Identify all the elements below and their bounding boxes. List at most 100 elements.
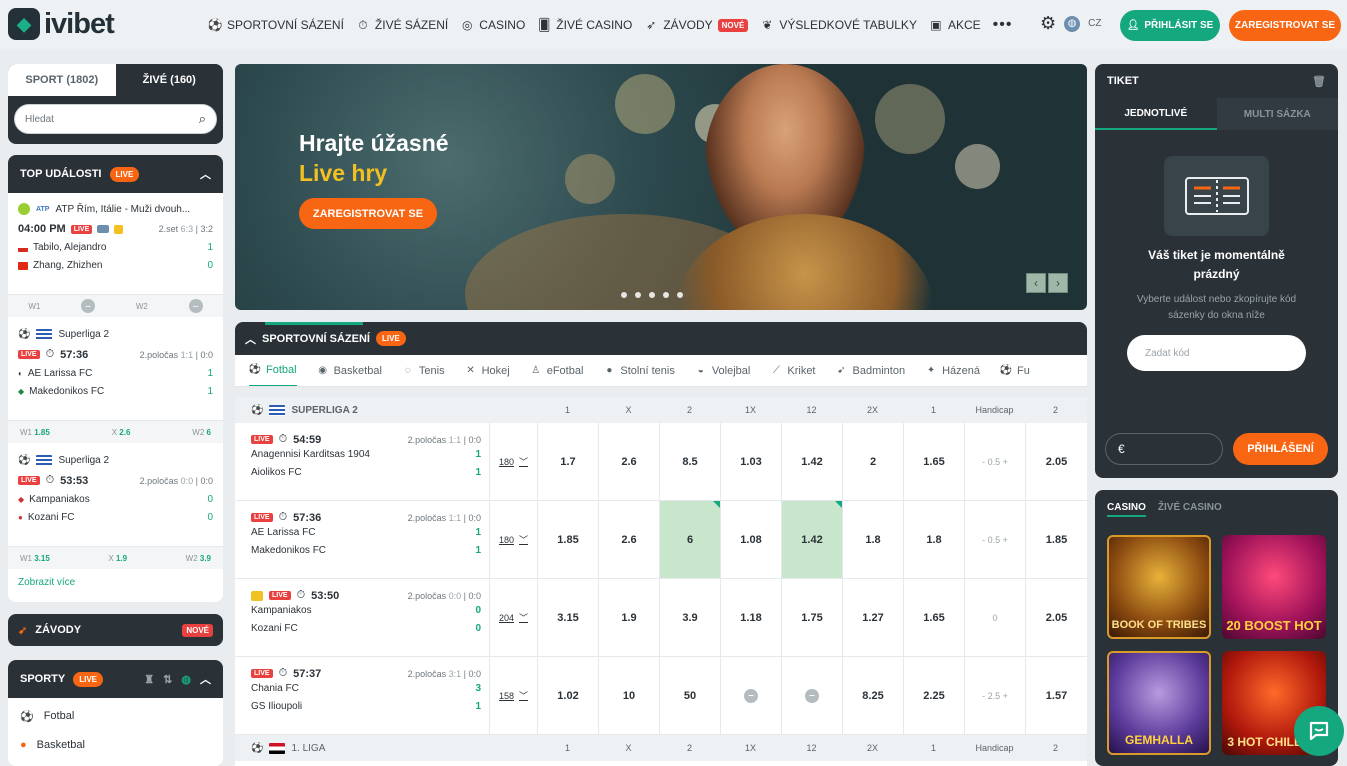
sports-betting-header[interactable]: ︿ SPORTOVNÍ SÁZENÍ LIVE xyxy=(235,322,1087,355)
odds-cell[interactable]: 3.9 xyxy=(660,579,721,656)
game-20-boost-hot[interactable]: 20 BOOST HOT xyxy=(1222,535,1326,639)
search-icon[interactable]: ⌕ xyxy=(199,111,206,127)
odds-cell[interactable]: 1.27 xyxy=(843,579,904,656)
carousel-dot[interactable] xyxy=(663,292,669,298)
event-odds-strip[interactable]: W1 1.85 X 2.6 W2 6 xyxy=(8,421,223,443)
ticket-login-button[interactable]: PŘIHLÁŠENÍ xyxy=(1233,433,1328,465)
odds-cell[interactable]: 2.6 xyxy=(599,423,660,500)
odds-cell[interactable]: 10 xyxy=(599,657,660,734)
banner-register-button[interactable]: ZAREGISTROVAT SE xyxy=(299,198,437,229)
odds-cell[interactable]: 1.57 xyxy=(1026,657,1087,734)
odds-cell[interactable]: 8.5 xyxy=(660,423,721,500)
sort-icon[interactable]: ⇅ xyxy=(163,673,172,686)
match-info[interactable]: LIVE ⏱ 54:59 2.poločas 1:1 | 0:0 Anagennisi… xyxy=(235,423,490,500)
globe-icon[interactable]: ◍ xyxy=(1064,15,1081,32)
nav-casino[interactable]: ◎ CASINO xyxy=(460,18,525,32)
sport-item-basketball[interactable]: ● Basketbal xyxy=(8,723,223,751)
match-info[interactable]: LIVE ⏱ 53:50 2.poločas 0:0 | 0:0 Kampaniako… xyxy=(235,579,490,656)
nav-live-betting[interactable]: ⏱ ŽIVÉ SÁZENÍ xyxy=(356,18,448,33)
match-row[interactable]: LIVE ⏱ 57:36 2.poločas 1:1 | 0:0 AE Larissa… xyxy=(235,501,1087,579)
show-more-link[interactable]: Zobrazit více xyxy=(8,569,223,596)
tab-tennis[interactable]: ◌ Tenis xyxy=(402,355,445,386)
odds-cell[interactable]: 2.25 xyxy=(904,657,965,734)
trophy-icon[interactable]: ♜ xyxy=(144,673,154,686)
game-book-of-tribes[interactable]: BOOK OF TRIBES xyxy=(1107,535,1211,639)
odds-cell[interactable]: 1.7 xyxy=(538,423,599,500)
more-markets-button[interactable]: 204 ﹀ xyxy=(490,579,538,656)
odds-cell[interactable]: 1.9 xyxy=(599,579,660,656)
stake-input[interactable]: € xyxy=(1105,433,1223,465)
tab-badminton[interactable]: ➹ Badminton xyxy=(836,355,905,386)
odds-cell[interactable]: 50 xyxy=(660,657,721,734)
tab-single-bet[interactable]: JEDNOTLIVÉ xyxy=(1095,98,1217,130)
odds-cell[interactable]: 1.8 xyxy=(843,501,904,578)
more-markets-button[interactable]: 180 ﹀ xyxy=(490,423,538,500)
top-events-header[interactable]: TOP UDÁLOSTI LIVE ︿ xyxy=(8,155,223,193)
tab-live[interactable]: ŽIVÉ (160) xyxy=(115,64,223,96)
match-row[interactable]: LIVE ⏱ 53:50 2.poločas 0:0 | 0:0 Kampaniako… xyxy=(235,579,1087,657)
odds-cell[interactable]: 1.08 xyxy=(721,501,782,578)
odds-cell[interactable]: 2 xyxy=(843,423,904,500)
ticket-code-input[interactable]: Zadat kód xyxy=(1127,335,1306,371)
nav-promotions[interactable]: ▣ AKCE xyxy=(929,18,980,32)
settings-gear-icon[interactable]: ⚙ xyxy=(1040,13,1056,34)
nav-leaderboards[interactable]: ❦ VÝSLEDKOVÉ TABULKY xyxy=(760,18,917,32)
search-field[interactable]: Hledat ⌕ xyxy=(14,104,217,134)
carousel-dot[interactable] xyxy=(677,292,683,298)
trash-icon[interactable]: 🗑︎ xyxy=(1312,75,1326,88)
site-logo[interactable]: ◆ ivibet xyxy=(8,6,138,42)
tab-sport[interactable]: SPORT (1802) xyxy=(8,64,116,96)
chevron-right-icon[interactable]: › xyxy=(1048,273,1068,293)
league-header[interactable]: ⚽ SUPERLIGA 2 1 X 2 1X 12 2X 1 Handicap 2 xyxy=(235,397,1087,423)
top-event-item[interactable]: ⚽ Superliga 2 LIVE ⏱ 53:53 2.poločas 0:0 | … xyxy=(8,443,223,547)
promo-banner[interactable]: Hrajte úžasné Live hry ZAREGISTROVAT SE … xyxy=(235,64,1087,310)
races-bar[interactable]: ➶ ZÁVODY NOVÉ xyxy=(8,614,223,646)
tab-casino[interactable]: CASINO xyxy=(1107,502,1146,517)
carousel-dot[interactable] xyxy=(635,292,641,298)
top-event-item[interactable]: ATP ATP Řím, Itálie - Muži dvouh... 04:00… xyxy=(8,193,223,295)
odds-cell[interactable]: 1.18 xyxy=(721,579,782,656)
odds-cell[interactable]: 2.05 xyxy=(1026,579,1087,656)
odds-cell-selected[interactable]: 6 xyxy=(660,501,721,578)
live-chat-button[interactable] xyxy=(1294,706,1344,756)
match-row[interactable]: LIVE ⏱ 54:59 2.poločas 1:1 | 0:0 Anagennisi… xyxy=(235,423,1087,501)
login-button[interactable]: 👤︎ PŘIHLÁSIT SE xyxy=(1120,10,1220,41)
tab-table-tennis[interactable]: ● Stolní tenis xyxy=(603,355,674,386)
match-row[interactable]: LIVE ⏱ 57:37 2.poločas 3:1 | 0:0 Chania FC 3… xyxy=(235,657,1087,735)
more-menu-button[interactable]: ••• xyxy=(993,16,1013,34)
more-markets-button[interactable]: 158 ﹀ xyxy=(490,657,538,734)
tab-hockey[interactable]: ✕ Hokej xyxy=(465,355,509,386)
game-gemhalla[interactable]: GEMHALLA xyxy=(1107,651,1211,755)
tab-efootball[interactable]: ♙ eFotbal xyxy=(530,355,583,386)
tab-volleyball[interactable]: ◒ Volejbal xyxy=(695,355,751,386)
tab-football[interactable]: ⚽ Fotbal xyxy=(249,355,297,386)
match-info[interactable]: LIVE ⏱ 57:37 2.poločas 3:1 | 0:0 Chania FC 3… xyxy=(235,657,490,734)
odds-cell[interactable]: 1.75 xyxy=(782,579,843,656)
odds-cell[interactable]: 1.02 xyxy=(538,657,599,734)
odds-cell[interactable]: 1.8 xyxy=(904,501,965,578)
chevron-up-icon[interactable]: ︿ xyxy=(200,166,211,182)
tab-multi-bet[interactable]: MULTI SÁZKA xyxy=(1216,98,1338,130)
odds-cell[interactable]: 1.85 xyxy=(1026,501,1087,578)
event-odds-strip[interactable]: W1 3.15 X 1.9 W2 3.9 xyxy=(8,547,223,569)
match-info[interactable]: LIVE ⏱ 57:36 2.poločas 1:1 | 0:0 AE Larissa… xyxy=(235,501,490,578)
odds-cell[interactable]: 1.65 xyxy=(904,579,965,656)
register-button[interactable]: ZAREGISTROVAT SE xyxy=(1229,10,1341,41)
globe-icon[interactable]: ◍ xyxy=(181,673,191,686)
carousel-dot[interactable] xyxy=(621,292,627,298)
sports-header[interactable]: SPORTY LIVE ♜ ⇅ ◍ ︿ xyxy=(8,660,223,698)
carousel-dot[interactable] xyxy=(649,292,655,298)
tab-cricket[interactable]: ⟋ Kriket xyxy=(770,355,816,386)
odds-cell[interactable]: 3.15 xyxy=(538,579,599,656)
odds-cell[interactable]: 1.42 xyxy=(782,423,843,500)
top-event-item[interactable]: ⚽ Superliga 2 LIVE ⏱ 57:36 2.poločas 1:1 | … xyxy=(8,317,223,421)
tab-basketball[interactable]: ◉ Basketbal xyxy=(317,355,382,386)
tab-live-casino[interactable]: ŽIVÉ CASINO xyxy=(1158,502,1222,517)
league-header[interactable]: ⚽ 1. LIGA 1 X 2 1X 12 2X 1 Handicap 2 xyxy=(235,735,1087,761)
search-input[interactable]: Hledat xyxy=(25,114,54,125)
more-markets-button[interactable]: 180 ﹀ xyxy=(490,501,538,578)
chevron-left-icon[interactable]: ‹ xyxy=(1026,273,1046,293)
odds-cell[interactable]: 8.25 xyxy=(843,657,904,734)
odds-cell[interactable]: 2.6 xyxy=(599,501,660,578)
nav-races[interactable]: ➶ ZÁVODY NOVÉ xyxy=(644,18,749,32)
